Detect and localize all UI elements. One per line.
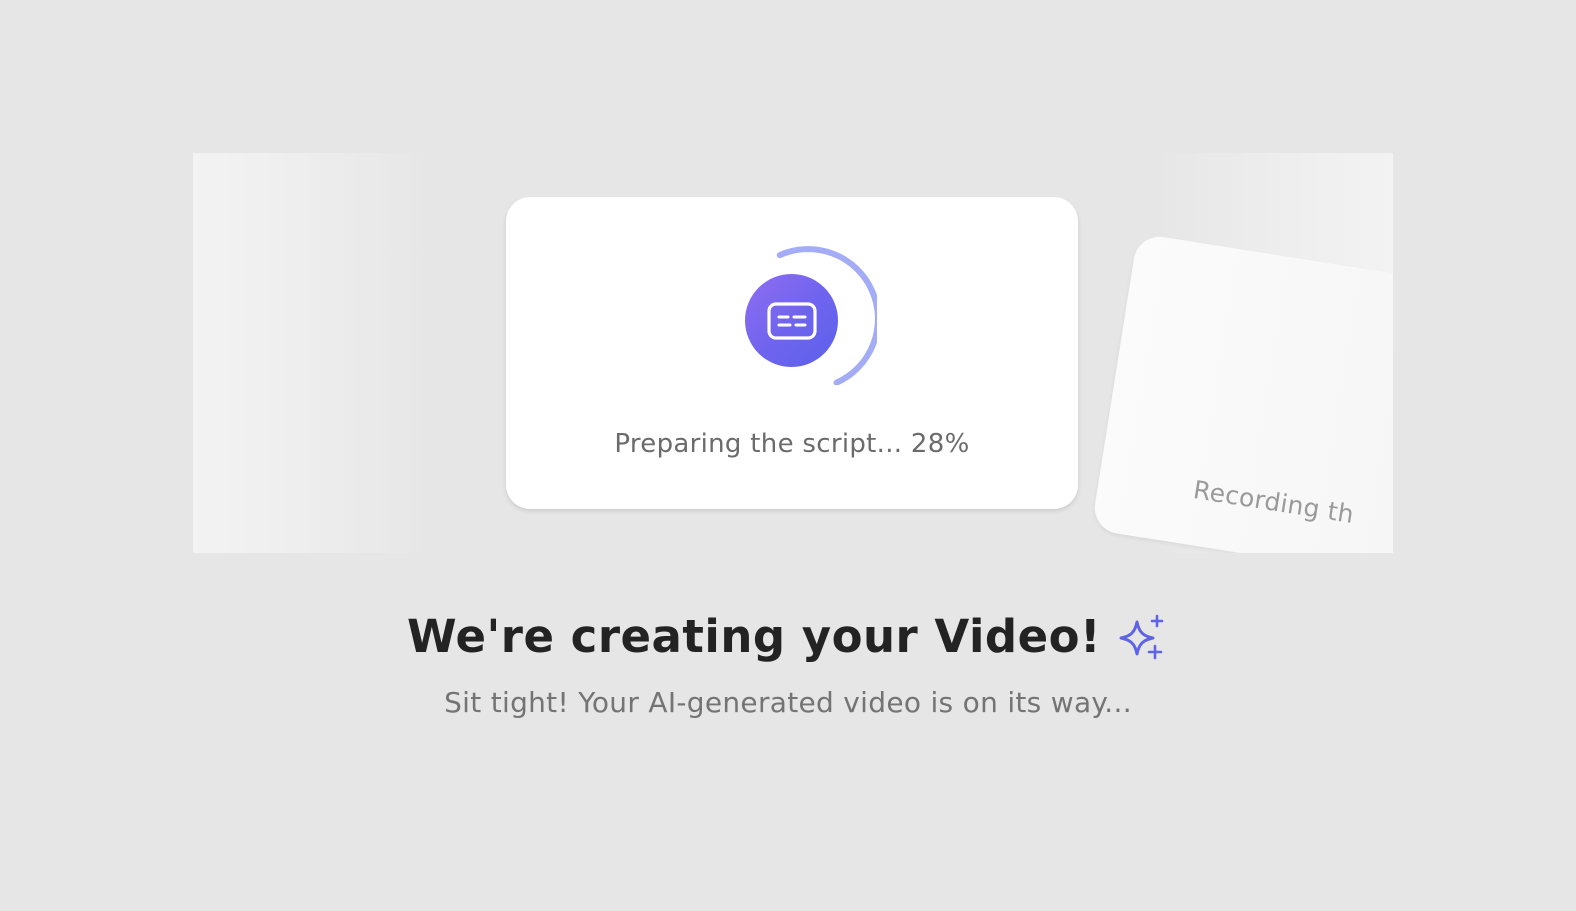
- video-generation-page: { "progress": { "status_text": "Preparin…: [0, 0, 1576, 911]
- subtitles-icon: [766, 301, 817, 340]
- sparkles-icon: [1119, 614, 1164, 660]
- step-status-text: Preparing the script... 28%: [614, 429, 970, 459]
- heading-row: We're creating your Video!: [0, 608, 1576, 664]
- progress-carousel: Preparing the script... 28% Recording th: [193, 153, 1393, 553]
- current-step-card: Preparing the script... 28%: [506, 197, 1078, 509]
- step-icon-badge: [745, 274, 838, 367]
- page-subtitle: Sit tight! Your AI-generated video is on…: [444, 686, 1132, 719]
- next-step-status-text: Recording th: [1191, 475, 1357, 530]
- carousel-fade-left: [193, 153, 433, 553]
- page-title: We're creating your Video!: [406, 609, 1102, 663]
- next-step-card: Recording th: [1091, 233, 1393, 553]
